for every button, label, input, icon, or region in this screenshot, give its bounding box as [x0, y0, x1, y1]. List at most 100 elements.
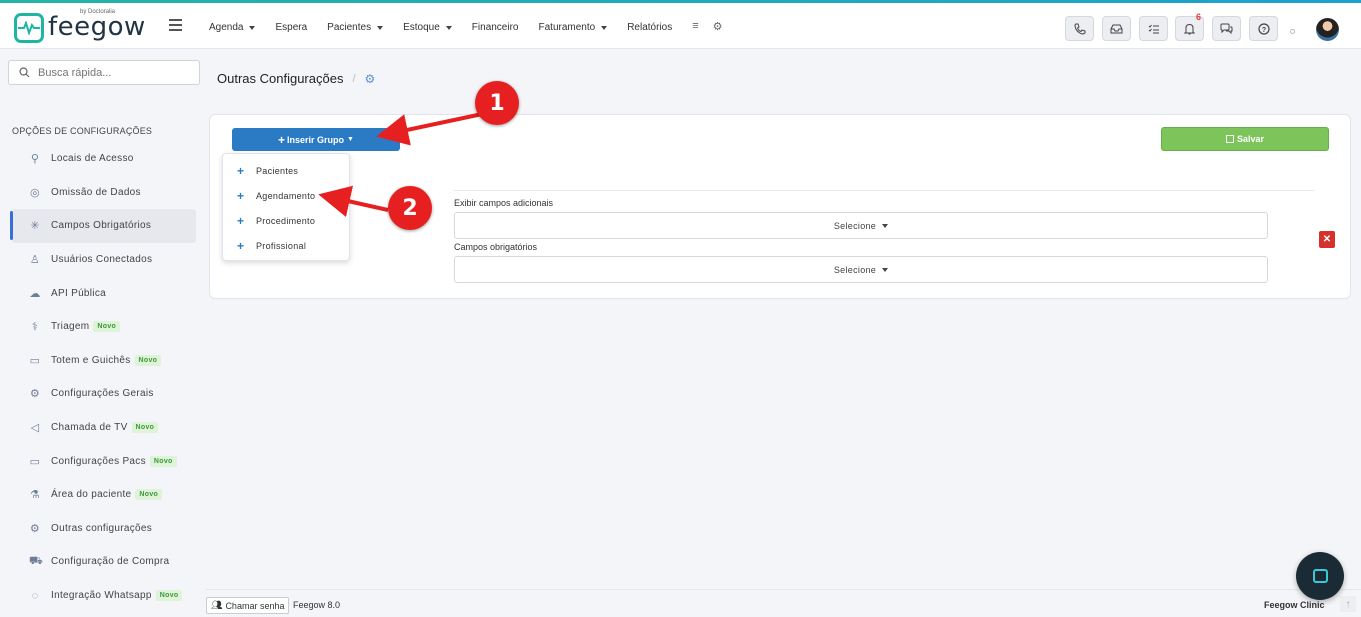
menu-item-label: Faturamento — [538, 22, 596, 33]
breadcrumb-separator: / — [352, 72, 356, 85]
menu-item-label: Relatórios — [627, 22, 673, 33]
pin-icon: ⚲ — [30, 153, 40, 166]
sidebar-item-label: Chamada de TV — [51, 422, 128, 434]
status-dot-icon — [1290, 29, 1295, 34]
help-icon[interactable]: ? — [1249, 16, 1278, 41]
select-exibir-campos[interactable]: Selecione — [454, 212, 1268, 239]
page-title: Outras Configurações — [217, 71, 344, 86]
gears-icon: ⚙ — [364, 71, 376, 86]
footer: 👥︎ Chamar senha Feegow 8.0 Feegow Clinic… — [206, 589, 1361, 617]
sidebar-item-configura-es-pacs[interactable]: ▭ Configurações Pacs Novo — [12, 444, 196, 478]
config-panel: + Inserir Grupo ▼ Salvar Exibir campos a… — [209, 114, 1351, 299]
chat-icon[interactable] — [1212, 16, 1241, 41]
insert-group-button[interactable]: + Inserir Grupo ▼ — [232, 128, 400, 151]
sidebar-item-label: Triagem — [51, 321, 90, 333]
gears-icon: ⚙ — [29, 388, 41, 401]
new-badge: Novo — [134, 354, 162, 366]
annotation-badge-1: 1 — [475, 81, 519, 125]
settings-icon[interactable]: ⚙ — [713, 20, 723, 33]
menu-item-espera[interactable]: Espera — [275, 21, 307, 34]
chat-widget-button[interactable] — [1296, 552, 1344, 600]
sidebar-item-api-p-blica[interactable]: ☁ API Pública — [12, 276, 196, 310]
delete-button[interactable]: ✕ — [1319, 231, 1335, 248]
sidebar-item-label: Integração Whatsapp — [51, 590, 152, 602]
scroll-top-arrow-icon[interactable]: ↑ — [1340, 596, 1356, 612]
logo-subtitle: by Doctoralia — [80, 9, 116, 15]
menu-item-financeiro[interactable]: Financeiro — [472, 21, 519, 34]
phone-icon[interactable] — [1065, 16, 1094, 41]
menu-item-label: Financeiro — [471, 22, 519, 33]
inbox-icon[interactable] — [1102, 16, 1131, 41]
menu-item-pacientes[interactable]: Pacientes — [327, 21, 384, 34]
sidebar-item-totem-e-guich-s[interactable]: ▭ Totem e Guichês Novo — [12, 344, 196, 378]
checklist-icon[interactable] — [1139, 16, 1168, 41]
sidebar-item-campos-obrigat-rios[interactable]: ✳ Campos Obrigatórios — [10, 209, 196, 243]
search-input[interactable] — [38, 66, 188, 79]
sidebar-item-label: Configurações Gerais — [51, 388, 154, 400]
users-icon: 👥︎ — [211, 600, 223, 610]
sidebar-item-locais-de-acesso[interactable]: ⚲ Locais de Acesso — [12, 142, 196, 176]
caret-down-icon — [445, 25, 452, 30]
sidebar-item-chamada-de-tv[interactable]: ◁ Chamada de TV Novo — [12, 411, 196, 445]
save-label: Salvar — [1236, 134, 1265, 144]
save-icon — [1225, 135, 1234, 143]
plus-icon: + — [237, 163, 245, 178]
dropdown-item-label: Profissional — [256, 240, 307, 251]
quick-search[interactable] — [8, 60, 200, 85]
caret-down-icon — [882, 267, 889, 272]
sidebar-item-triagem[interactable]: ⚕ Triagem Novo — [12, 310, 196, 344]
dropdown-item-agendamento[interactable]: + Agendamento — [223, 183, 349, 208]
plus-icon: + — [237, 213, 245, 228]
user-avatar[interactable] — [1316, 18, 1339, 41]
caret-down-icon — [882, 223, 889, 228]
new-badge: Novo — [93, 321, 121, 333]
dropdown-item-pacientes[interactable]: + Pacientes — [223, 158, 349, 183]
sidebar-item--rea-do-paciente[interactable]: ⚗ Área do paciente Novo — [12, 478, 196, 512]
new-badge: Novo — [155, 590, 183, 602]
menu-item-estoque[interactable]: Estoque — [403, 21, 452, 34]
svg-text:?: ? — [1261, 27, 1265, 34]
sidebar-item-configura-o-de-compra[interactable]: ⛟ Configuração de Compra — [12, 545, 196, 579]
database-icon[interactable]: ≡ — [692, 20, 698, 33]
save-button[interactable]: Salvar — [1161, 127, 1329, 151]
sidebar-item-omiss-o-de-dados[interactable]: ◎ Omissão de Dados — [12, 176, 196, 210]
call-password-label: Chamar senha — [225, 600, 285, 611]
logo-mark-icon — [14, 13, 44, 43]
eye-off-icon: ◎ — [30, 186, 40, 199]
whatsapp-icon: ◌ — [31, 589, 39, 602]
select-value: Selecione — [833, 220, 877, 231]
bell-icon — [1184, 23, 1195, 34]
breadcrumb: Outras Configurações / ⚙ — [217, 71, 375, 86]
feegow-logo[interactable]: feegow by Doctoralia — [14, 9, 146, 43]
sidebar-item-label: Configuração de Compra — [51, 556, 170, 568]
plus-icon: + — [237, 188, 245, 203]
menu-item-label: Estoque — [403, 22, 440, 33]
gears-icon: ⚙ — [29, 522, 41, 535]
new-badge: Novo — [131, 422, 159, 434]
menu-item-relatórios[interactable]: Relatórios — [627, 21, 672, 34]
menu-item-agenda[interactable]: Agenda — [209, 21, 256, 34]
sidebar-item-label: Campos Obrigatórios — [51, 220, 152, 232]
sidebar-item-label: API Pública — [51, 287, 106, 299]
dropdown-item-profissional[interactable]: + Profissional — [223, 233, 349, 258]
sidebar-item-outras-configura-es[interactable]: ⚙ Outras configurações — [12, 512, 196, 546]
call-password-button[interactable]: 👥︎ Chamar senha — [206, 597, 290, 614]
notifications-button[interactable]: 6 — [1175, 12, 1204, 41]
sidebar-title: OPÇÕES DE CONFIGURAÇÕES — [12, 126, 153, 136]
sidebar-item-configura-es-gerais[interactable]: ⚙ Configurações Gerais — [12, 377, 196, 411]
menu-item-faturamento[interactable]: Faturamento — [539, 21, 608, 34]
insert-group-label: Inserir Grupo — [287, 134, 345, 145]
menu-item-label: Espera — [275, 22, 308, 33]
new-badge: Novo — [149, 455, 177, 467]
dropdown-item-procedimento[interactable]: + Procedimento — [223, 208, 349, 233]
plus-icon: + — [278, 132, 286, 147]
dropdown-item-label: Agendamento — [256, 190, 316, 201]
sidebar-item-integra-o-whatsapp[interactable]: ◌ Integração Whatsapp Novo — [12, 579, 196, 613]
caret-down-icon: ▼ — [347, 136, 354, 143]
megaphone-icon: ◁ — [30, 422, 40, 435]
menu-item-label: Pacientes — [327, 22, 372, 33]
sidebar-item-usu-rios-conectados[interactable]: ♙ Usuários Conectados — [12, 243, 196, 277]
select-campos-obrigatorios[interactable]: Selecione — [454, 256, 1268, 283]
top-navbar: feegow by Doctoralia Agenda Espera Pacient… — [0, 3, 1361, 49]
hamburger-menu-icon[interactable] — [169, 19, 182, 34]
